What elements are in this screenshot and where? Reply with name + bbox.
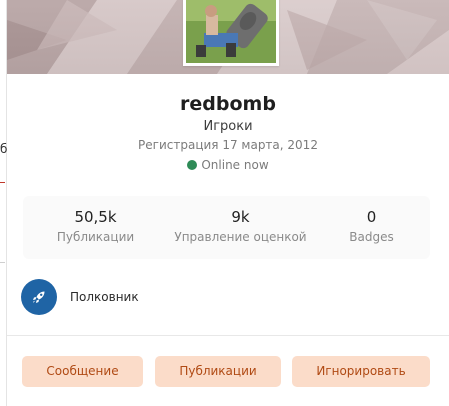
background-page-underline [0,182,5,183]
action-bar: Сообщение Публикации Игнорировать [22,356,430,388]
rank-row: Полковник [21,279,139,315]
online-status-label: Online now [201,158,269,172]
ignore-button[interactable]: Игнорировать [292,356,430,387]
stat-badges-value: 0 [366,208,377,226]
stat-posts[interactable]: 50,5k Публикации [23,196,168,259]
stat-reputation-label: Управление оценкой [174,230,307,244]
user-group: Игроки [203,119,253,134]
stat-posts-label: Публикации [56,230,135,244]
message-button[interactable]: Сообщение [22,356,143,387]
avatar[interactable] [183,0,279,66]
divider [7,335,449,336]
background-page-divider [0,262,5,263]
joined-date: Регистрация 17 марта, 2012 [138,138,318,152]
stat-badges-label: Badges [349,230,394,244]
rank-label: Полковник [70,290,139,304]
stat-posts-value: 50,5k [74,208,117,226]
rocket-icon [21,279,57,315]
stat-badges[interactable]: 0 Badges [313,196,430,259]
stats-panel: 50,5k Публикации 9k Управление оценкой 0… [23,196,430,259]
stat-reputation-value: 9k [231,208,250,226]
profile-hovercard-screen: б redbomb Игроки Регистрация 17 марта, 2… [0,0,449,406]
background-page-text: б [0,142,8,156]
username[interactable]: redbomb [7,93,449,115]
stat-reputation[interactable]: 9k Управление оценкой [168,196,313,259]
posts-button[interactable]: Публикации [155,356,281,387]
online-indicator-icon [187,160,198,170]
online-status: Online now [7,158,449,172]
background-page-edge: б [0,0,7,406]
profile-card: redbomb Игроки Регистрация 17 марта, 201… [7,0,449,406]
